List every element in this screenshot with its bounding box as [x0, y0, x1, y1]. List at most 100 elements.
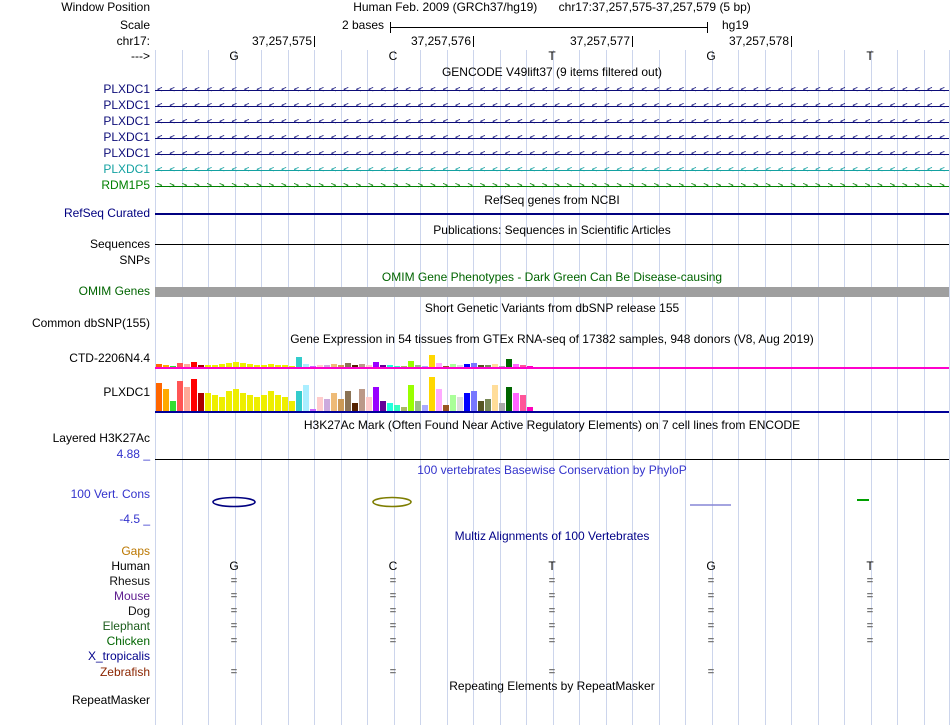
gtex-bar — [198, 365, 204, 367]
chrom-label: chr17: — [116, 34, 150, 48]
gtex-bar — [156, 383, 162, 411]
omim-genes-label[interactable]: OMIM Genes — [0, 285, 150, 298]
gtex-bar — [506, 359, 512, 367]
gtex-bar — [478, 401, 484, 411]
omim-genes-track-bar[interactable] — [155, 287, 949, 297]
gtex-bar — [338, 365, 344, 367]
gtex-bar — [212, 395, 218, 411]
refseq-curated-label[interactable]: RefSeq Curated — [0, 207, 150, 220]
gtex-bar — [268, 391, 274, 411]
h3k27ac-baseline[interactable] — [155, 459, 949, 460]
gene-row[interactable]: >>>>>>>>>>>>>>>>>>>>>>>>>>>>>>>>>>>>>>>>… — [155, 178, 949, 194]
gtex-bar — [233, 362, 239, 367]
refseq-curated-track-line[interactable] — [155, 213, 949, 215]
species-label[interactable]: Zebrafish — [0, 666, 150, 679]
species-label[interactable]: Human — [0, 560, 150, 573]
species-label[interactable]: Mouse — [0, 590, 150, 603]
sequences-label[interactable]: Sequences — [0, 238, 150, 251]
species-label[interactable]: X_tropicalis — [0, 650, 150, 663]
gene-label[interactable]: PLXDC1 — [0, 131, 150, 144]
gene-strand-arrows: <<<<<<<<<<<<<<<<<<<<<<<<<<<<<<<<<<<<<<<<… — [157, 149, 949, 159]
alignment-mark: = — [548, 635, 556, 647]
gtex-bar — [366, 397, 372, 411]
alignment-mark: = — [548, 620, 556, 632]
gene-label[interactable]: RDM1P5 — [0, 179, 150, 192]
alignment-mark: = — [548, 575, 556, 587]
dbsnp-label[interactable]: Common dbSNP(155) — [0, 317, 150, 330]
gtex-bar — [422, 405, 428, 411]
species-label[interactable]: Gaps — [0, 545, 150, 558]
gtex-bar — [226, 391, 232, 411]
species-label[interactable]: Chicken — [0, 635, 150, 648]
gene-label[interactable]: PLXDC1 — [0, 147, 150, 160]
gene-row[interactable]: <<<<<<<<<<<<<<<<<<<<<<<<<<<<<<<<<<<<<<<<… — [155, 162, 949, 178]
gtex-bar — [338, 399, 344, 411]
gene-row[interactable]: <<<<<<<<<<<<<<<<<<<<<<<<<<<<<<<<<<<<<<<<… — [155, 82, 949, 98]
gtex-gene-label[interactable]: CTD-2206N4.4 — [0, 352, 150, 365]
gtex-bar — [184, 387, 190, 411]
gtex-bar — [184, 364, 190, 367]
gtex-bar — [275, 365, 281, 367]
gtex-bar — [247, 395, 253, 411]
sequences-track-line[interactable] — [155, 244, 949, 245]
h3k27ac-label[interactable]: Layered H3K27Ac — [0, 432, 150, 445]
gtex-bar — [191, 362, 197, 367]
base-letter: T — [548, 559, 556, 573]
gtex-bar — [240, 393, 246, 411]
gene-row[interactable]: <<<<<<<<<<<<<<<<<<<<<<<<<<<<<<<<<<<<<<<<… — [155, 146, 949, 162]
alignment-mark: = — [389, 666, 397, 678]
gtex-bar — [506, 387, 512, 411]
gene-label[interactable]: PLXDC1 — [0, 99, 150, 112]
gtex-gene-label[interactable]: PLXDC1 — [0, 386, 150, 399]
gene-label[interactable]: PLXDC1 — [0, 115, 150, 128]
gtex-bar — [401, 366, 407, 367]
base-letter: G — [706, 559, 716, 573]
gtex-bar — [513, 364, 519, 367]
gtex-bar — [422, 366, 428, 367]
repeatmasker-label[interactable]: RepeatMasker — [0, 694, 150, 707]
gtex-bar — [156, 364, 162, 367]
gtex-gene-line[interactable] — [155, 411, 949, 413]
h3k27ac-header: H3K27Ac Mark (Often Found Near Active Re… — [303, 418, 801, 432]
gtex-bar — [303, 385, 309, 411]
gene-row[interactable]: <<<<<<<<<<<<<<<<<<<<<<<<<<<<<<<<<<<<<<<<… — [155, 130, 949, 146]
gtex-gene-line[interactable] — [155, 367, 949, 369]
gtex-bar — [429, 355, 435, 367]
gtex-bar — [394, 366, 400, 367]
conservation-track-label[interactable]: 100 Vert. Cons — [0, 488, 150, 501]
gtex-bar — [527, 407, 533, 411]
gtex-bar — [324, 365, 330, 367]
gene-label[interactable]: PLXDC1 — [0, 163, 150, 176]
alignment-mark: = — [866, 620, 874, 632]
gtex-bar — [254, 365, 260, 367]
gtex-bar — [352, 403, 358, 411]
gtex-bar — [205, 365, 211, 367]
scale-genome-label: hg19 — [722, 18, 749, 32]
species-label[interactable]: Dog — [0, 605, 150, 618]
gtex-bar — [303, 364, 309, 367]
alignment-mark: = — [389, 575, 397, 587]
snps-label[interactable]: SNPs — [0, 254, 150, 267]
gtex-bar — [191, 379, 197, 411]
gtex-bar — [443, 405, 449, 411]
ruler-tick — [314, 36, 315, 47]
ruler-tick — [791, 36, 792, 47]
gene-label[interactable]: PLXDC1 — [0, 83, 150, 96]
omim-header: OMIM Gene Phenotypes - Dark Green Can Be… — [381, 270, 723, 284]
gene-row[interactable]: <<<<<<<<<<<<<<<<<<<<<<<<<<<<<<<<<<<<<<<<… — [155, 98, 949, 114]
gtex-bar — [415, 401, 421, 411]
gtex-bar — [520, 395, 526, 411]
gtex-bar — [219, 364, 225, 367]
species-label[interactable]: Elephant — [0, 620, 150, 633]
gtex-bar — [499, 403, 505, 411]
gtex-bar — [359, 364, 365, 367]
gene-row[interactable]: <<<<<<<<<<<<<<<<<<<<<<<<<<<<<<<<<<<<<<<<… — [155, 114, 949, 130]
base-letter: T — [866, 559, 874, 573]
gtex-bar — [373, 387, 379, 411]
alignment-mark: = — [389, 620, 397, 632]
gtex-bar — [527, 366, 533, 367]
species-label[interactable]: Rhesus — [0, 575, 150, 588]
alignment-mark: = — [230, 605, 238, 617]
conservation-lens-mark — [372, 496, 412, 508]
gtex-bar — [485, 365, 491, 367]
